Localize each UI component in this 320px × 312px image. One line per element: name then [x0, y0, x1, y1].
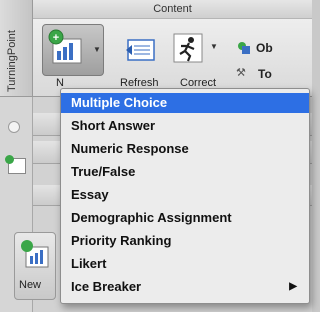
- menu-item-essay[interactable]: Essay: [61, 185, 309, 205]
- question-type-menu: Multiple Choice Short Answer Numeric Res…: [60, 88, 310, 304]
- add-badge-icon: [5, 155, 14, 164]
- new-slide-icon: [21, 240, 49, 268]
- menu-item-ice-breaker[interactable]: Ice Breaker ▶: [61, 277, 309, 297]
- new-label: New: [19, 279, 42, 291]
- ribbon-group-title: Content: [33, 0, 312, 19]
- menu-item-label: Multiple Choice: [71, 95, 168, 110]
- menu-item-label: Essay: [71, 187, 109, 202]
- menu-item-label: Likert: [71, 256, 107, 271]
- menu-item-numeric-response[interactable]: Numeric Response: [61, 139, 309, 159]
- menu-item-short-answer[interactable]: Short Answer: [61, 116, 309, 136]
- radio-button[interactable]: [8, 121, 20, 133]
- tool-label: To: [258, 67, 272, 81]
- menu-item-true-false[interactable]: True/False: [61, 162, 309, 182]
- refresh-icon: [126, 39, 155, 61]
- chevron-down-icon: ▼: [93, 45, 101, 54]
- menu-item-label: True/False: [71, 164, 136, 179]
- tool-icon: ⚒: [236, 67, 246, 79]
- menu-item-likert[interactable]: Likert: [61, 254, 309, 274]
- turningpoint-tab-label: TurningPoint: [6, 30, 18, 92]
- object-button[interactable]: Ob: [236, 40, 312, 58]
- menu-item-label: Numeric Response: [71, 141, 189, 156]
- menu-item-multiple-choice[interactable]: Multiple Choice: [61, 93, 309, 113]
- menu-item-label: Priority Ranking: [71, 233, 172, 248]
- menu-item-priority-ranking[interactable]: Priority Ranking: [61, 231, 309, 251]
- new-slide-button[interactable]: + ▼: [42, 24, 104, 76]
- svg-text:+: +: [53, 32, 59, 44]
- new-slide-icon: +: [48, 29, 82, 64]
- menu-item-demographic-assignment[interactable]: Demographic Assignment: [61, 208, 309, 228]
- runner-icon: [173, 33, 203, 63]
- menu-item-label: Ice Breaker: [71, 279, 142, 294]
- object-label: Ob: [256, 41, 273, 55]
- refresh-button[interactable]: [118, 24, 162, 74]
- chevron-down-icon: ▼: [210, 42, 218, 51]
- menu-item-label: Demographic Assignment: [71, 210, 232, 225]
- correct-button[interactable]: ▼: [170, 24, 224, 74]
- new-button[interactable]: New: [14, 232, 56, 300]
- submenu-arrow-icon: ▶: [289, 281, 297, 292]
- object-icon: [238, 42, 250, 54]
- tool-button[interactable]: ⚒ To: [236, 66, 312, 84]
- turningpoint-tab[interactable]: TurningPoint: [0, 0, 33, 97]
- menu-item-label: Short Answer: [71, 118, 156, 133]
